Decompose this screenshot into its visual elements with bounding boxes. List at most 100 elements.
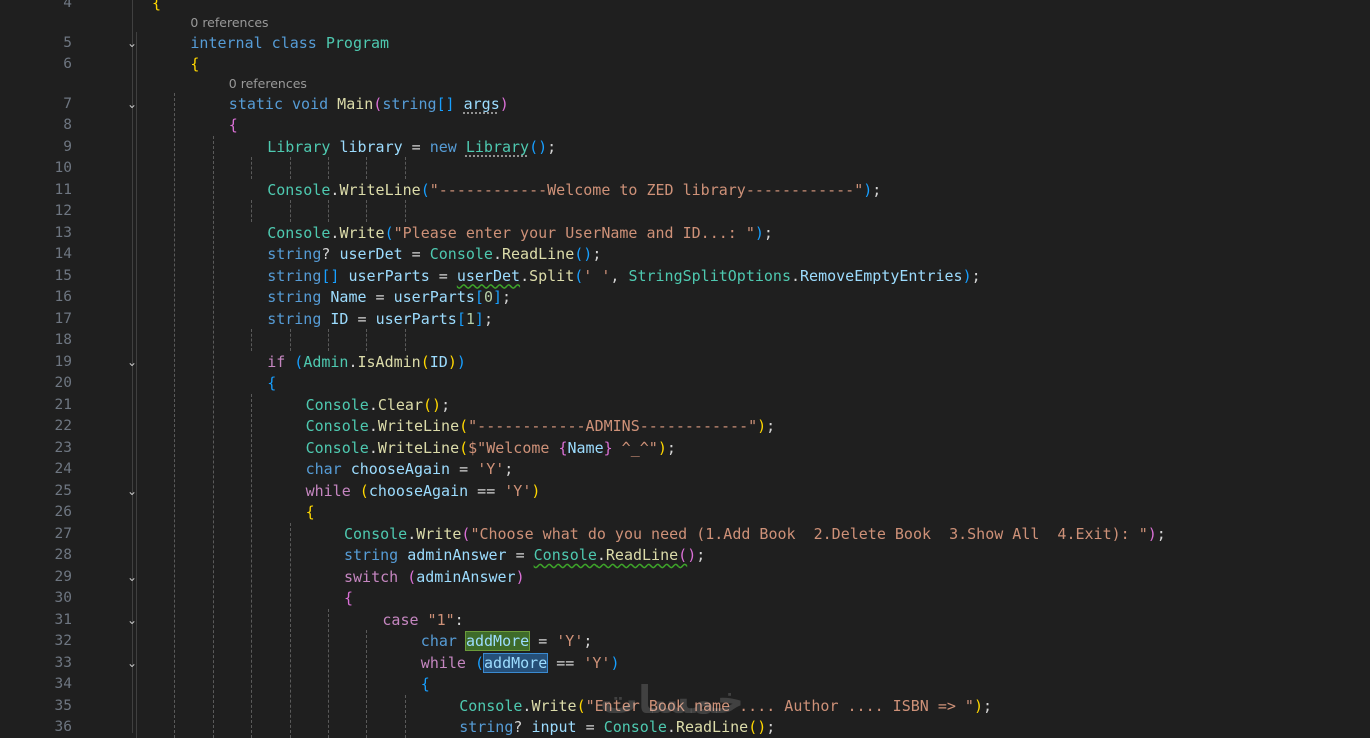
code-text[interactable]: {	[421, 673, 430, 695]
line-number: 18	[54, 332, 72, 348]
code-token: (	[574, 245, 584, 263]
code-line[interactable]: 11 Console.WriteLine("------------Welcome…	[0, 179, 1370, 201]
code-token: {	[344, 589, 354, 607]
code-line[interactable]: 21 Console.Clear();	[0, 394, 1370, 416]
code-text[interactable]: switch (adminAnswer)	[344, 566, 525, 588]
code-line[interactable]: 8{	[0, 114, 1370, 136]
code-text[interactable]: static void Main(string[] args)	[229, 93, 509, 115]
code-line[interactable]: 25 ⌄ while (chooseAgain == 'Y')	[0, 480, 1370, 502]
code-token: new	[429, 137, 457, 156]
code-token: "1"	[427, 610, 455, 629]
code-line[interactable]: 23 Console.WriteLine($"Welcome {Name} ^_^…	[0, 437, 1370, 459]
fold-chevron-icon[interactable]: ⌄	[126, 571, 138, 583]
code-line[interactable]: 7 ⌄ static void Main(string[] args)	[0, 93, 1370, 115]
code-text[interactable]: {	[344, 587, 353, 609]
code-token: =	[348, 309, 376, 328]
code-token: internal	[190, 33, 263, 52]
code-text[interactable]: char chooseAgain = 'Y';	[306, 458, 514, 480]
code-token: =	[506, 546, 534, 564]
code-text[interactable]: Console.Write("Please enter your UserNam…	[267, 222, 773, 244]
code-text[interactable]: {	[152, 0, 161, 14]
code-text[interactable]: case "1":	[382, 609, 463, 631]
code-token: .	[791, 266, 801, 285]
fold-chevron-icon[interactable]: ⌄	[126, 98, 138, 110]
fold-chevron-icon[interactable]: ⌄	[126, 37, 138, 49]
code-line[interactable]: 20 {	[0, 372, 1370, 394]
code-line[interactable]: 26 {	[0, 501, 1370, 523]
code-text[interactable]: while (addMore == 'Y')	[421, 652, 619, 674]
code-token: ;	[872, 180, 882, 199]
fold-chevron-icon[interactable]: ⌄	[126, 356, 138, 368]
code-token: (	[459, 417, 469, 435]
code-text[interactable]: Console.Clear();	[306, 394, 451, 416]
code-text[interactable]: Console.WriteLine($"Welcome {Name} ^_^")…	[306, 437, 676, 459]
code-line[interactable]: 6{	[0, 53, 1370, 75]
code-editor[interactable]: 4{5 ⌄ internal class Program 6{7 ⌄ static voi…	[0, 0, 1370, 738]
fold-chevron-icon[interactable]: ⌄	[126, 485, 138, 497]
code-token: Write	[416, 524, 462, 543]
fold-chevron-icon[interactable]: ⌄	[126, 614, 138, 626]
code-line[interactable]: 13 Console.Write("Please enter your UserN…	[0, 222, 1370, 244]
code-token: )	[515, 567, 525, 586]
code-text[interactable]: char addMore = 'Y';	[421, 630, 592, 652]
codelens-references[interactable]: 0 references	[190, 14, 268, 32]
code-text[interactable]: Console.WriteLine("------------ADMINS---…	[306, 415, 776, 437]
code-line[interactable]: 4{	[0, 0, 1370, 14]
code-text[interactable]: {	[306, 501, 315, 523]
code-token: {	[420, 675, 430, 693]
code-text[interactable]: Console.Write("Choose what do you need (…	[344, 523, 1166, 545]
code-text[interactable]: {	[267, 372, 276, 394]
code-line[interactable]: 30 {	[0, 587, 1370, 609]
code-token: "Choose what do you need (1.Add Book 2.D…	[470, 524, 1148, 543]
code-line[interactable]: 31 ⌄ case "1":	[0, 609, 1370, 631]
code-text[interactable]: internal class Program	[190, 32, 389, 54]
code-line[interactable]: 5 ⌄ internal class Program	[0, 32, 1370, 54]
code-text[interactable]: string adminAnswer = Console.ReadLine();	[344, 544, 705, 566]
code-line[interactable]: 32 char addMore = 'Y';	[0, 630, 1370, 652]
code-line[interactable]: 19 ⌄ if (Admin.IsAdmin(ID))	[0, 351, 1370, 373]
code-line[interactable]: 15 string[] userParts = userDet.Split(' '…	[0, 265, 1370, 287]
code-line[interactable]: 9 Library library = new Library();	[0, 136, 1370, 158]
code-token: if	[267, 352, 286, 371]
code-text[interactable]: string? userDet = Console.ReadLine();	[267, 243, 601, 265]
code-token: )	[962, 266, 972, 285]
code-line[interactable]: 10	[0, 157, 1370, 179]
fold-chevron-icon[interactable]: ⌄	[126, 657, 138, 669]
code-text[interactable]: while (chooseAgain == 'Y')	[306, 480, 541, 502]
code-line[interactable]: 18	[0, 329, 1370, 351]
code-line[interactable]: 33 ⌄ while (addMore == 'Y')	[0, 652, 1370, 674]
code-token: )	[447, 352, 457, 371]
code-line[interactable]: 16 string Name = userParts[0];	[0, 286, 1370, 308]
code-text[interactable]: if (Admin.IsAdmin(ID))	[267, 351, 466, 373]
code-token: (	[748, 718, 758, 736]
code-line[interactable]: 22 Console.WriteLine("------------ADMINS-…	[0, 415, 1370, 437]
code-line[interactable]: 17 string ID = userParts[1];	[0, 308, 1370, 330]
code-token: 1	[465, 309, 475, 328]
code-text[interactable]: string[] userParts = userDet.Split(' ', …	[267, 265, 980, 287]
code-token: ==	[468, 481, 505, 500]
code-line[interactable]: 12	[0, 200, 1370, 222]
code-text[interactable]: {	[229, 114, 238, 136]
code-text[interactable]: Console.WriteLine("------------Welcome t…	[267, 179, 881, 201]
codelens-references[interactable]: 0 references	[229, 75, 307, 93]
code-line[interactable]: 24 char chooseAgain = 'Y';	[0, 458, 1370, 480]
code-line[interactable]: 29 ⌄ switch (adminAnswer)	[0, 566, 1370, 588]
code-text[interactable]: {	[190, 53, 199, 75]
code-token: Console	[267, 180, 331, 199]
code-token: Write	[531, 696, 577, 715]
code-text[interactable]: Library library = new Library();	[267, 136, 556, 158]
code-token: WriteLine	[339, 180, 421, 199]
code-line[interactable]: 14 string? userDet = Console.ReadLine();	[0, 243, 1370, 265]
code-line[interactable]: 27 Console.Write("Choose what do you need…	[0, 523, 1370, 545]
code-token: )	[973, 696, 983, 715]
code-token: }	[603, 438, 613, 457]
code-token: chooseAgain	[350, 460, 451, 478]
code-token: Main	[337, 94, 374, 113]
code-text[interactable]: string ID = userParts[1];	[267, 308, 493, 330]
code-token: (	[574, 266, 584, 285]
code-line[interactable]: 28 string adminAnswer = Console.ReadLine(…	[0, 544, 1370, 566]
code-token: {	[267, 374, 277, 392]
code-text[interactable]: string Name = userParts[0];	[267, 286, 511, 308]
